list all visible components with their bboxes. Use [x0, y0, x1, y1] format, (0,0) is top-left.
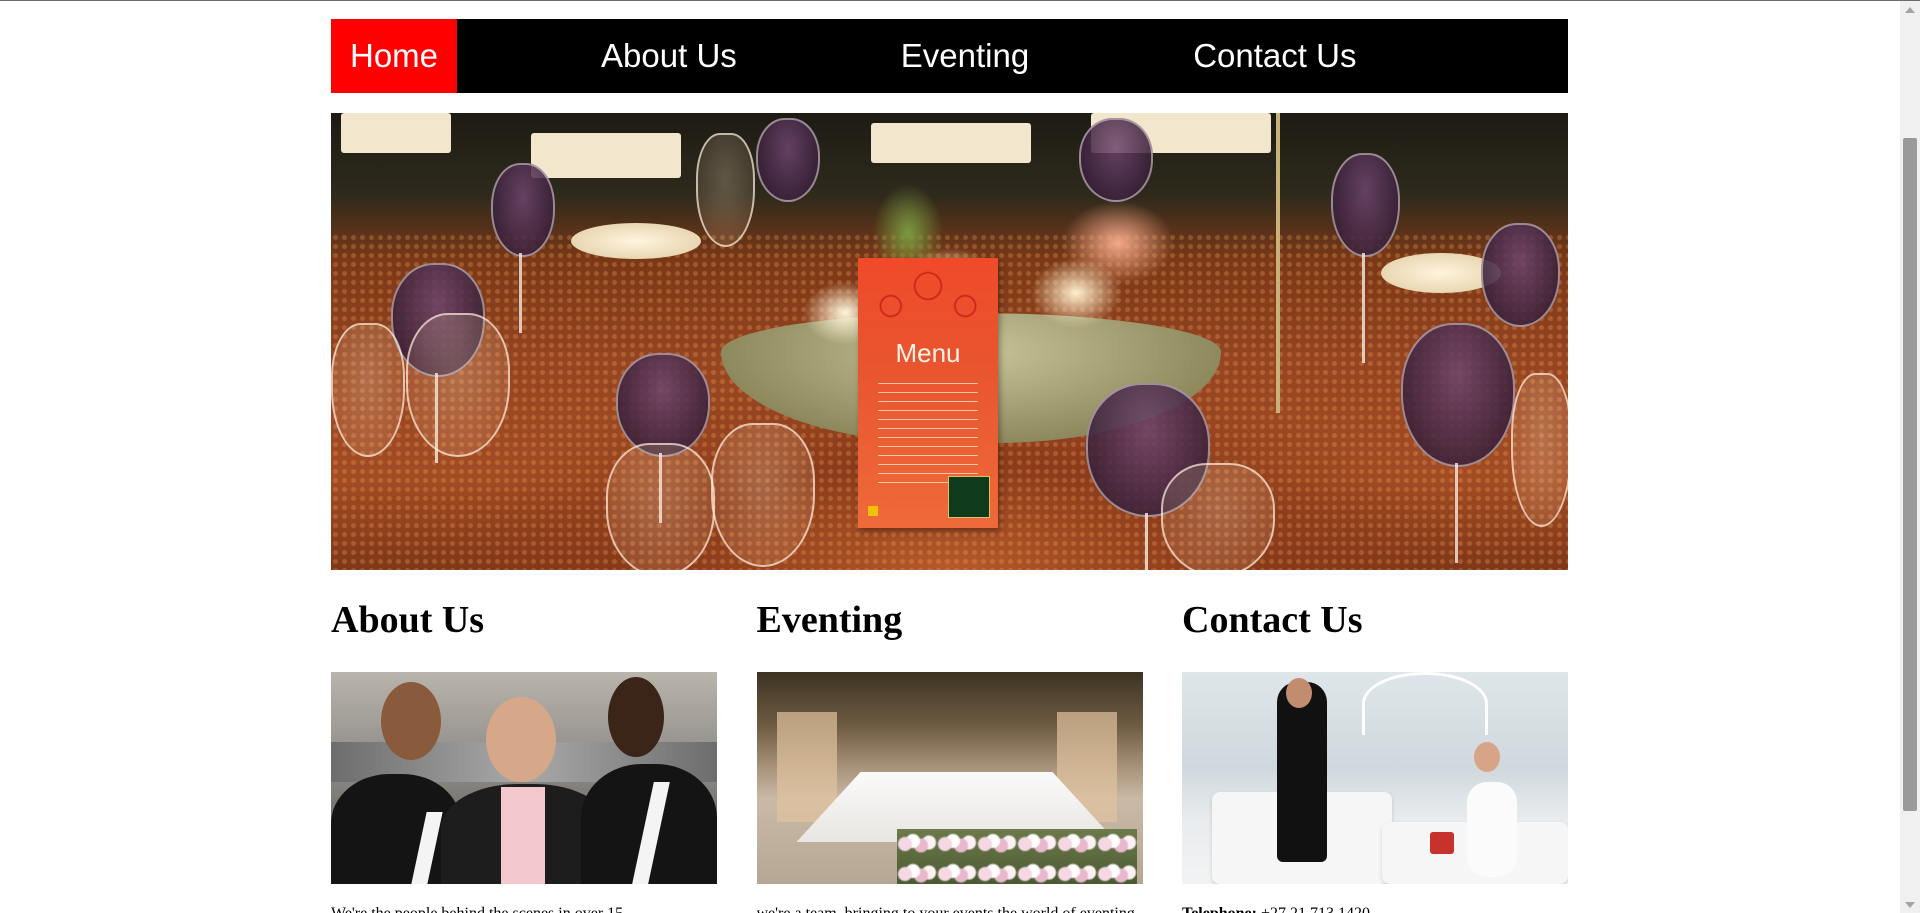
- menu-text-lines: [878, 383, 978, 483]
- chair-cushion: [341, 113, 451, 153]
- about-text: We're the people behind the scenes in ov…: [331, 904, 717, 913]
- drape: [776, 712, 837, 822]
- page: Home About Us Eventing Contact Us Menu A…: [0, 0, 1920, 913]
- woman-standing: [1277, 682, 1327, 862]
- chair-cushion: [871, 123, 1031, 163]
- waiter-right-face: [608, 677, 664, 757]
- contact-heading: Contact Us: [1182, 599, 1363, 641]
- red-bag: [1430, 832, 1454, 854]
- clear-glass: [406, 313, 510, 457]
- contact-column: Contact Us Telephone: +27 21 713 1420: [1182, 600, 1568, 913]
- eventing-heading: Eventing: [756, 599, 903, 641]
- clear-glass: [696, 133, 755, 247]
- man-center-shirt: [501, 787, 545, 884]
- clear-glass: [606, 443, 715, 570]
- contact-text: Telephone: +27 21 713 1420: [1182, 904, 1568, 913]
- nav-about-link[interactable]: About Us: [601, 19, 737, 93]
- about-heading: About Us: [331, 599, 485, 641]
- woman-reading-head: [1474, 742, 1500, 772]
- telephone-value[interactable]: +27 21 713 1420: [1261, 905, 1370, 913]
- scroll-up-icon[interactable]: [1905, 7, 1915, 13]
- glass-stem: [1145, 513, 1148, 570]
- clear-glass: [1161, 463, 1275, 570]
- waiter-left-face: [381, 682, 441, 760]
- wine-glass: [491, 163, 555, 257]
- plate: [571, 223, 701, 259]
- wine-glass: [1331, 153, 1400, 257]
- wine-glass: [1401, 323, 1515, 467]
- vertical-scrollbar[interactable]: [1900, 1, 1920, 913]
- clear-glass: [331, 323, 405, 457]
- eventing-text: we're a team, bringing to your events th…: [757, 904, 1143, 913]
- menu-ornament: [866, 258, 990, 338]
- wine-glass: [1481, 223, 1560, 327]
- man-center-face: [486, 697, 556, 782]
- menu-hotel-logo: [948, 476, 990, 518]
- contact-image[interactable]: [1182, 672, 1568, 884]
- main-nav: Home About Us Eventing Contact Us: [331, 19, 1568, 93]
- woman-reading: [1467, 782, 1517, 877]
- about-image[interactable]: [331, 672, 717, 884]
- menu-logo-mark: [868, 506, 878, 516]
- glass-stem: [519, 253, 522, 333]
- wine-glass: [1079, 118, 1153, 202]
- eventing-column: Eventing we're a team, bringing to your …: [756, 599, 1143, 913]
- content-wrapper: Home About Us Eventing Contact Us Menu A…: [331, 19, 1568, 913]
- scroll-down-icon[interactable]: [1905, 902, 1915, 908]
- scrollbar-thumb[interactable]: [1903, 138, 1917, 811]
- hero-image-table-setting: Menu: [331, 113, 1568, 570]
- menu-card: Menu: [858, 258, 998, 528]
- glass-stem: [1455, 463, 1458, 563]
- chair-cushion: [531, 133, 681, 178]
- telephone-label: Telephone:: [1182, 905, 1257, 913]
- wine-glass: [616, 353, 710, 457]
- eventing-image[interactable]: [756, 672, 1143, 884]
- glass-stem: [1362, 253, 1365, 363]
- wine-glass: [756, 118, 820, 202]
- about-column: About Us We're the people behind the sce…: [331, 600, 717, 913]
- menu-card-title: Menu: [895, 338, 961, 368]
- nav-contact-link[interactable]: Contact Us: [1193, 19, 1356, 93]
- clear-glass: [1511, 373, 1568, 527]
- table-number-stand: [1276, 113, 1280, 413]
- feature-columns: About Us We're the people behind the sce…: [331, 600, 1568, 913]
- background-structure: [1362, 672, 1488, 735]
- nav-eventing-link[interactable]: Eventing: [901, 19, 1029, 93]
- nav-home-link[interactable]: Home: [331, 19, 458, 93]
- woman-standing-head: [1286, 678, 1312, 708]
- floral-arrangement: [896, 829, 1137, 884]
- clear-glass: [711, 423, 815, 567]
